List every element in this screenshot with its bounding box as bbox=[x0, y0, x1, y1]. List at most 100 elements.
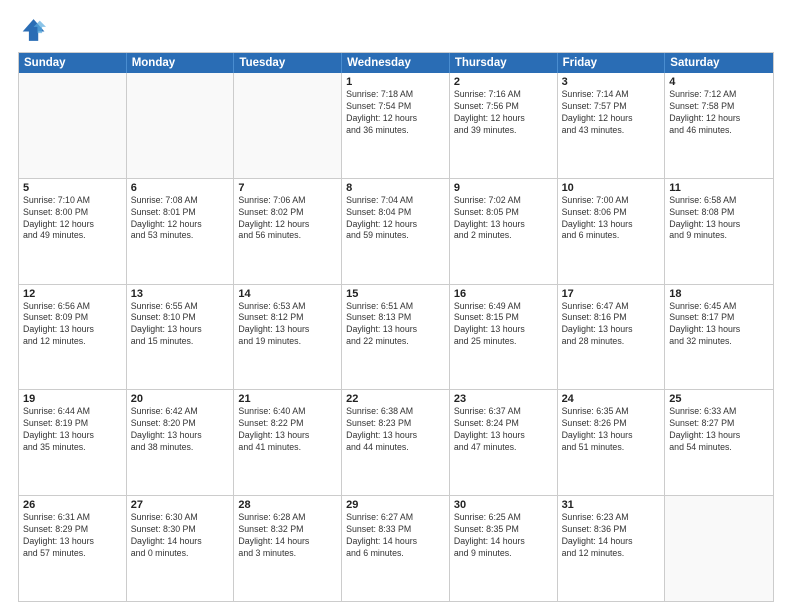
calendar-cell-15: 15Sunrise: 6:51 AM Sunset: 8:13 PM Dayli… bbox=[342, 285, 450, 390]
calendar-cell-27: 27Sunrise: 6:30 AM Sunset: 8:30 PM Dayli… bbox=[127, 496, 235, 601]
calendar-cell-8: 8Sunrise: 7:04 AM Sunset: 8:04 PM Daylig… bbox=[342, 179, 450, 284]
day-number: 12 bbox=[23, 288, 122, 300]
weekday-header-monday: Monday bbox=[127, 53, 235, 73]
calendar-cell-20: 20Sunrise: 6:42 AM Sunset: 8:20 PM Dayli… bbox=[127, 390, 235, 495]
day-info: Sunrise: 6:45 AM Sunset: 8:17 PM Dayligh… bbox=[669, 301, 769, 349]
calendar-cell-31: 31Sunrise: 6:23 AM Sunset: 8:36 PM Dayli… bbox=[558, 496, 666, 601]
day-number: 6 bbox=[131, 182, 230, 194]
day-info: Sunrise: 6:27 AM Sunset: 8:33 PM Dayligh… bbox=[346, 512, 445, 560]
day-number: 31 bbox=[562, 499, 661, 511]
day-number: 21 bbox=[238, 393, 337, 405]
calendar-cell-10: 10Sunrise: 7:00 AM Sunset: 8:06 PM Dayli… bbox=[558, 179, 666, 284]
weekday-header-friday: Friday bbox=[558, 53, 666, 73]
weekday-header-tuesday: Tuesday bbox=[234, 53, 342, 73]
day-info: Sunrise: 6:28 AM Sunset: 8:32 PM Dayligh… bbox=[238, 512, 337, 560]
day-info: Sunrise: 6:30 AM Sunset: 8:30 PM Dayligh… bbox=[131, 512, 230, 560]
calendar-cell-6: 6Sunrise: 7:08 AM Sunset: 8:01 PM Daylig… bbox=[127, 179, 235, 284]
day-number: 3 bbox=[562, 76, 661, 88]
day-info: Sunrise: 6:38 AM Sunset: 8:23 PM Dayligh… bbox=[346, 406, 445, 454]
day-number: 10 bbox=[562, 182, 661, 194]
calendar-cell-18: 18Sunrise: 6:45 AM Sunset: 8:17 PM Dayli… bbox=[665, 285, 773, 390]
day-info: Sunrise: 6:31 AM Sunset: 8:29 PM Dayligh… bbox=[23, 512, 122, 560]
day-number: 1 bbox=[346, 76, 445, 88]
calendar-row-3: 12Sunrise: 6:56 AM Sunset: 8:09 PM Dayli… bbox=[19, 284, 773, 390]
day-info: Sunrise: 6:55 AM Sunset: 8:10 PM Dayligh… bbox=[131, 301, 230, 349]
calendar-cell-12: 12Sunrise: 6:56 AM Sunset: 8:09 PM Dayli… bbox=[19, 285, 127, 390]
calendar-cell-13: 13Sunrise: 6:55 AM Sunset: 8:10 PM Dayli… bbox=[127, 285, 235, 390]
calendar-cell-empty bbox=[127, 73, 235, 178]
calendar-cell-19: 19Sunrise: 6:44 AM Sunset: 8:19 PM Dayli… bbox=[19, 390, 127, 495]
calendar-cell-4: 4Sunrise: 7:12 AM Sunset: 7:58 PM Daylig… bbox=[665, 73, 773, 178]
weekday-header-wednesday: Wednesday bbox=[342, 53, 450, 73]
day-info: Sunrise: 6:42 AM Sunset: 8:20 PM Dayligh… bbox=[131, 406, 230, 454]
day-number: 26 bbox=[23, 499, 122, 511]
day-info: Sunrise: 6:44 AM Sunset: 8:19 PM Dayligh… bbox=[23, 406, 122, 454]
day-info: Sunrise: 6:33 AM Sunset: 8:27 PM Dayligh… bbox=[669, 406, 769, 454]
calendar-row-1: 1Sunrise: 7:18 AM Sunset: 7:54 PM Daylig… bbox=[19, 73, 773, 178]
day-number: 17 bbox=[562, 288, 661, 300]
day-info: Sunrise: 6:58 AM Sunset: 8:08 PM Dayligh… bbox=[669, 195, 769, 243]
day-info: Sunrise: 6:47 AM Sunset: 8:16 PM Dayligh… bbox=[562, 301, 661, 349]
day-info: Sunrise: 6:51 AM Sunset: 8:13 PM Dayligh… bbox=[346, 301, 445, 349]
logo bbox=[18, 16, 50, 44]
day-number: 25 bbox=[669, 393, 769, 405]
day-number: 24 bbox=[562, 393, 661, 405]
calendar-cell-14: 14Sunrise: 6:53 AM Sunset: 8:12 PM Dayli… bbox=[234, 285, 342, 390]
calendar-header: SundayMondayTuesdayWednesdayThursdayFrid… bbox=[19, 53, 773, 73]
header bbox=[18, 16, 774, 44]
calendar-cell-17: 17Sunrise: 6:47 AM Sunset: 8:16 PM Dayli… bbox=[558, 285, 666, 390]
day-number: 22 bbox=[346, 393, 445, 405]
day-info: Sunrise: 6:53 AM Sunset: 8:12 PM Dayligh… bbox=[238, 301, 337, 349]
calendar-row-2: 5Sunrise: 7:10 AM Sunset: 8:00 PM Daylig… bbox=[19, 178, 773, 284]
day-number: 23 bbox=[454, 393, 553, 405]
day-info: Sunrise: 7:00 AM Sunset: 8:06 PM Dayligh… bbox=[562, 195, 661, 243]
calendar-row-4: 19Sunrise: 6:44 AM Sunset: 8:19 PM Dayli… bbox=[19, 389, 773, 495]
calendar-cell-28: 28Sunrise: 6:28 AM Sunset: 8:32 PM Dayli… bbox=[234, 496, 342, 601]
calendar-cell-26: 26Sunrise: 6:31 AM Sunset: 8:29 PM Dayli… bbox=[19, 496, 127, 601]
day-number: 30 bbox=[454, 499, 553, 511]
weekday-header-thursday: Thursday bbox=[450, 53, 558, 73]
day-number: 14 bbox=[238, 288, 337, 300]
calendar-cell-21: 21Sunrise: 6:40 AM Sunset: 8:22 PM Dayli… bbox=[234, 390, 342, 495]
day-info: Sunrise: 6:40 AM Sunset: 8:22 PM Dayligh… bbox=[238, 406, 337, 454]
calendar-cell-3: 3Sunrise: 7:14 AM Sunset: 7:57 PM Daylig… bbox=[558, 73, 666, 178]
calendar-cell-22: 22Sunrise: 6:38 AM Sunset: 8:23 PM Dayli… bbox=[342, 390, 450, 495]
day-number: 11 bbox=[669, 182, 769, 194]
calendar-cell-23: 23Sunrise: 6:37 AM Sunset: 8:24 PM Dayli… bbox=[450, 390, 558, 495]
calendar-cell-9: 9Sunrise: 7:02 AM Sunset: 8:05 PM Daylig… bbox=[450, 179, 558, 284]
calendar-cell-29: 29Sunrise: 6:27 AM Sunset: 8:33 PM Dayli… bbox=[342, 496, 450, 601]
day-number: 20 bbox=[131, 393, 230, 405]
calendar-cell-2: 2Sunrise: 7:16 AM Sunset: 7:56 PM Daylig… bbox=[450, 73, 558, 178]
day-info: Sunrise: 6:56 AM Sunset: 8:09 PM Dayligh… bbox=[23, 301, 122, 349]
day-number: 7 bbox=[238, 182, 337, 194]
day-info: Sunrise: 7:04 AM Sunset: 8:04 PM Dayligh… bbox=[346, 195, 445, 243]
logo-icon bbox=[18, 16, 46, 44]
calendar-cell-5: 5Sunrise: 7:10 AM Sunset: 8:00 PM Daylig… bbox=[19, 179, 127, 284]
day-number: 15 bbox=[346, 288, 445, 300]
calendar-cell-30: 30Sunrise: 6:25 AM Sunset: 8:35 PM Dayli… bbox=[450, 496, 558, 601]
day-number: 16 bbox=[454, 288, 553, 300]
calendar-cell-empty bbox=[19, 73, 127, 178]
day-info: Sunrise: 7:14 AM Sunset: 7:57 PM Dayligh… bbox=[562, 89, 661, 137]
calendar-body: 1Sunrise: 7:18 AM Sunset: 7:54 PM Daylig… bbox=[19, 73, 773, 601]
day-number: 28 bbox=[238, 499, 337, 511]
day-info: Sunrise: 6:25 AM Sunset: 8:35 PM Dayligh… bbox=[454, 512, 553, 560]
day-number: 8 bbox=[346, 182, 445, 194]
calendar-cell-empty bbox=[665, 496, 773, 601]
weekday-header-sunday: Sunday bbox=[19, 53, 127, 73]
day-number: 2 bbox=[454, 76, 553, 88]
day-info: Sunrise: 7:18 AM Sunset: 7:54 PM Dayligh… bbox=[346, 89, 445, 137]
calendar-cell-24: 24Sunrise: 6:35 AM Sunset: 8:26 PM Dayli… bbox=[558, 390, 666, 495]
calendar-cell-1: 1Sunrise: 7:18 AM Sunset: 7:54 PM Daylig… bbox=[342, 73, 450, 178]
calendar: SundayMondayTuesdayWednesdayThursdayFrid… bbox=[18, 52, 774, 602]
page: SundayMondayTuesdayWednesdayThursdayFrid… bbox=[0, 0, 792, 612]
day-number: 29 bbox=[346, 499, 445, 511]
day-info: Sunrise: 7:08 AM Sunset: 8:01 PM Dayligh… bbox=[131, 195, 230, 243]
day-number: 5 bbox=[23, 182, 122, 194]
day-info: Sunrise: 7:02 AM Sunset: 8:05 PM Dayligh… bbox=[454, 195, 553, 243]
calendar-cell-11: 11Sunrise: 6:58 AM Sunset: 8:08 PM Dayli… bbox=[665, 179, 773, 284]
day-number: 13 bbox=[131, 288, 230, 300]
calendar-cell-empty bbox=[234, 73, 342, 178]
day-number: 19 bbox=[23, 393, 122, 405]
day-info: Sunrise: 6:35 AM Sunset: 8:26 PM Dayligh… bbox=[562, 406, 661, 454]
